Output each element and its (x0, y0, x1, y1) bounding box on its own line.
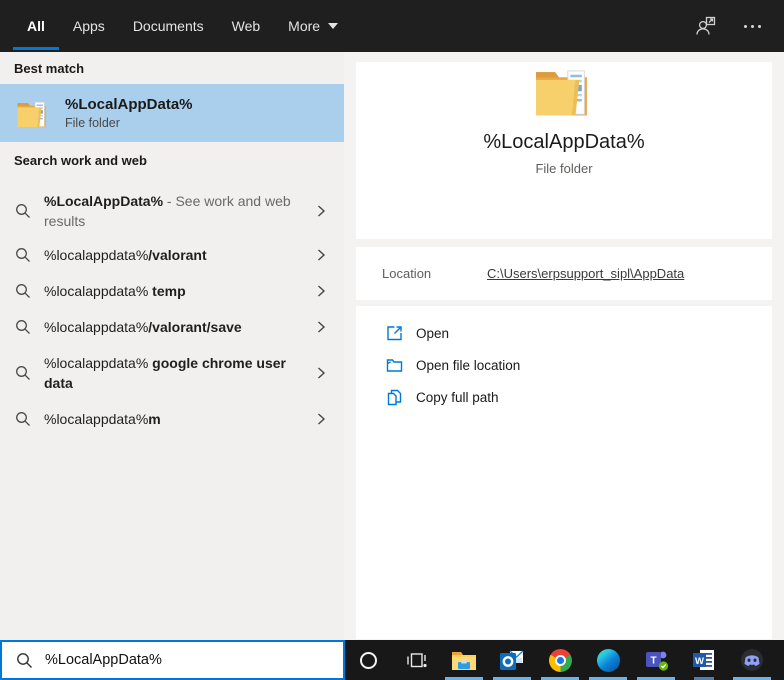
filter-tabs: All Apps Documents Web More (13, 0, 352, 52)
search-input[interactable] (45, 652, 343, 668)
tab-documents-label: Documents (132, 18, 204, 34)
search-icon (16, 320, 30, 334)
preview-title: %LocalAppData% (483, 131, 645, 153)
search-icon (16, 204, 30, 218)
chevron-right-icon (318, 321, 326, 333)
open-file-location-action[interactable]: Open file location (356, 349, 772, 381)
suggestion-query: %LocalAppData% (44, 193, 164, 209)
copy-full-path-icon (387, 389, 402, 405)
tab-all[interactable]: All (13, 0, 59, 52)
tab-documents[interactable]: Documents (119, 0, 218, 52)
suggestion-completion: /valorant (148, 247, 207, 263)
chevron-down-icon (328, 23, 339, 29)
search-navbar: All Apps Documents Web More (0, 0, 784, 52)
suggestion-list: %LocalAppData% - See work and web result… (0, 185, 344, 437)
chevron-right-icon (318, 285, 326, 297)
suggestion-row[interactable]: %localappdata%/valorant (0, 237, 344, 273)
best-match-result[interactable]: %LocalAppData% File folder (0, 84, 344, 142)
search-icon (16, 366, 30, 380)
outlook-icon[interactable] (488, 640, 536, 680)
best-match-title: %LocalAppData% (65, 96, 193, 113)
tab-web[interactable]: Web (218, 0, 275, 52)
suggestion-row[interactable]: %LocalAppData% - See work and web result… (0, 185, 344, 237)
search-icon (16, 412, 30, 426)
file-explorer-icon[interactable] (440, 640, 488, 680)
chrome-icon[interactable] (536, 640, 584, 680)
tab-apps[interactable]: Apps (59, 0, 119, 52)
results-panel: Best match %LocalAppData% File folder Se… (0, 52, 344, 640)
chevron-right-icon (318, 367, 326, 379)
best-match-subtitle: File folder (65, 116, 120, 130)
folder-icon-large (533, 70, 595, 122)
preview-panel: %LocalAppData% File folder Location C:\U… (344, 52, 784, 640)
user-account-icon[interactable] (692, 12, 720, 40)
suggestion-query: %localappdata% (44, 247, 149, 263)
taskbar: T W (344, 640, 784, 680)
open-file-location-label: Open file location (416, 357, 521, 373)
suggestion-row[interactable]: %localappdata%m (0, 401, 344, 437)
cortana-icon[interactable] (344, 640, 392, 680)
location-link[interactable]: C:\Users\erpsupport_sipl\AppData (487, 266, 684, 281)
edge-icon[interactable] (584, 640, 632, 680)
actions-card: Open Open file location Copy full path (356, 306, 772, 639)
more-options-icon[interactable] (738, 12, 766, 40)
chevron-right-icon (318, 249, 326, 261)
discord-icon[interactable] (728, 640, 776, 680)
location-card: Location C:\Users\erpsupport_sipl\AppDat… (356, 247, 772, 300)
suggestion-row[interactable]: %localappdata%/valorant/save (0, 309, 344, 345)
chevron-right-icon (318, 205, 326, 217)
suggestion-query: %localappdata% (44, 319, 149, 335)
suggestion-row[interactable]: %localappdata% temp (0, 273, 344, 309)
teams-icon[interactable]: T (632, 640, 680, 680)
tab-more-label: More (288, 18, 321, 34)
best-match-header: Best match (14, 61, 85, 76)
preview-header-card: %LocalAppData% File folder (356, 62, 772, 239)
tab-apps-label: Apps (72, 18, 105, 34)
suggestion-completion: temp (148, 283, 186, 299)
location-label: Location (382, 266, 432, 281)
task-view-icon[interactable] (392, 640, 440, 680)
tab-more[interactable]: More (274, 0, 352, 52)
search-icon (17, 652, 32, 668)
suggestion-row[interactable]: %localappdata% google chrome user data (0, 345, 344, 401)
chevron-right-icon (318, 413, 326, 425)
folder-icon (16, 97, 50, 129)
suggestion-query: %localappdata% (44, 411, 149, 427)
tab-web-label: Web (231, 18, 261, 34)
word-icon[interactable]: W (680, 640, 728, 680)
svg-text:W: W (695, 656, 704, 667)
open-icon (387, 325, 402, 340)
suggestion-completion: /valorant/save (148, 319, 242, 335)
suggestion-query: %localappdata% (44, 355, 149, 371)
open-file-location-icon (386, 358, 403, 372)
copy-full-path-action[interactable]: Copy full path (356, 381, 772, 413)
copy-full-path-label: Copy full path (416, 389, 499, 405)
search-icon (16, 248, 30, 262)
suggestion-completion: m (148, 411, 161, 427)
tab-all-label: All (27, 18, 45, 34)
open-action-label: Open (416, 325, 450, 341)
preview-subtitle: File folder (535, 161, 593, 176)
open-action[interactable]: Open (356, 317, 772, 349)
search-icon (16, 284, 30, 298)
suggestion-query: %localappdata% (44, 283, 149, 299)
search-box[interactable] (0, 640, 345, 680)
search-web-header: Search work and web (14, 153, 147, 168)
svg-text:T: T (650, 656, 656, 667)
